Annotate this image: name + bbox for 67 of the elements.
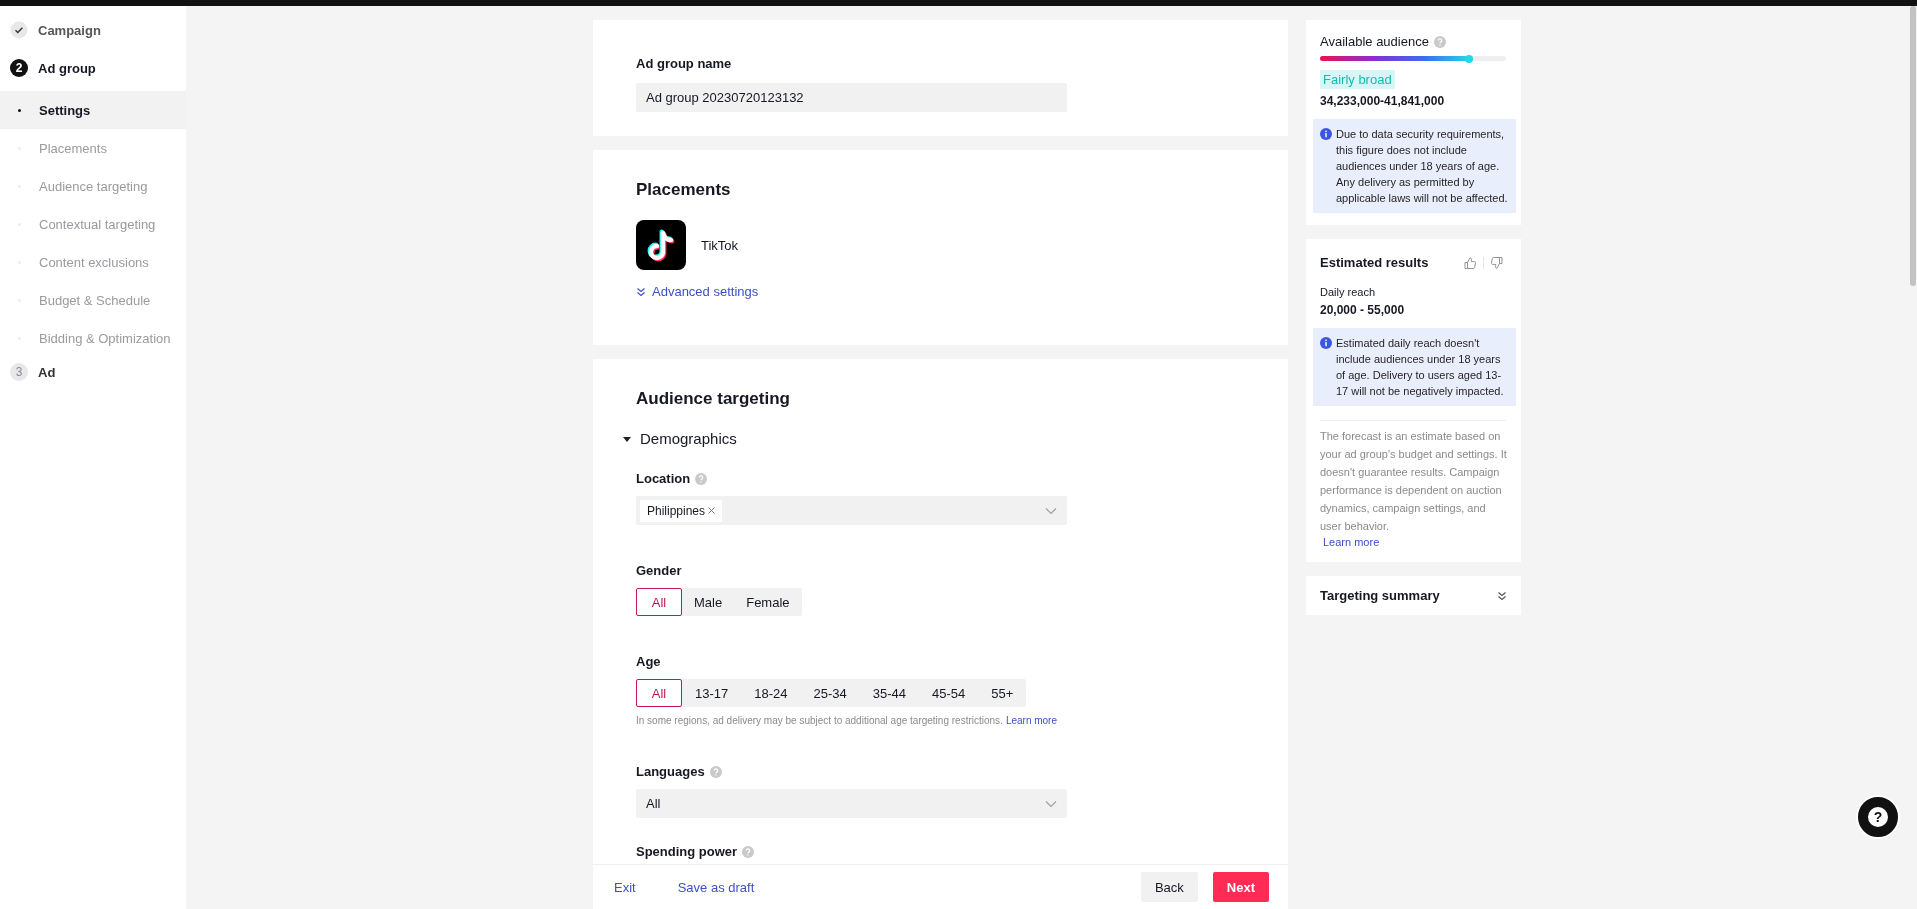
info-text: Due to data security requirements, this figure does not include audiences under 18 years of age. Any delivery as permitted by applicable laws will not be affected. (1336, 127, 1509, 206)
audience-range: 34,233,000-41,841,000 (1320, 94, 1445, 108)
info-text: Estimated daily reach doesn't include audiences under 18 years of age. Delivery to users aged 13-17 will not be negatively impacted. (1336, 336, 1505, 399)
tag-label: Philippines (647, 503, 706, 518)
back-button[interactable]: Back (1140, 872, 1198, 902)
double-chevron-down-icon (1497, 590, 1507, 601)
thumbs-up-icon (1464, 256, 1476, 269)
help-icon (709, 765, 722, 778)
thumbs-down-icon (1491, 256, 1503, 269)
panel-title: Estimated results (1320, 255, 1429, 270)
targeting-summary-toggle[interactable]: Targeting summary (1306, 576, 1521, 615)
step-label[interactable]: Ad group (38, 60, 96, 76)
section-title: Audience targeting (636, 389, 791, 409)
disclaimer-text: The forecast is an estimate based on your ad group's budget and settings. It doesn't guarantee results. Campaign performance is dependent on auction dynamics, campaign settings, and user behavior. (1320, 429, 1507, 534)
exit-link[interactable]: Exit (614, 879, 636, 895)
languages-select[interactable]: All (636, 789, 1067, 818)
step-label[interactable]: Ad (38, 364, 56, 380)
chevron-down-icon (1045, 799, 1057, 808)
learn-more-link[interactable]: Learn more (1323, 536, 1380, 548)
double-chevron-down-icon (636, 286, 646, 297)
help-icon (1433, 35, 1446, 48)
field-label: Languages (636, 764, 705, 779)
field-label: Gender (636, 563, 683, 578)
info-icon (1320, 128, 1332, 140)
section-title: Placements (636, 180, 732, 200)
next-button[interactable]: Next (1212, 872, 1269, 902)
location-select[interactable]: Philippines (636, 496, 1067, 525)
placement-name: TikTok (701, 237, 739, 253)
field-label: Ad group name (636, 56, 733, 71)
panel-title: Targeting summary (1320, 588, 1440, 603)
step-label[interactable]: Campaign (38, 22, 101, 38)
select-value: All (646, 796, 661, 811)
info-icon (1320, 337, 1332, 349)
audience-rating-badge: Fairly broad (1320, 70, 1395, 89)
option-button[interactable]: 45-54 (919, 679, 979, 707)
option-button[interactable]: 35-44 (859, 679, 919, 707)
save-draft-link[interactable]: Save as draft (677, 879, 755, 895)
option-button[interactable]: Male (682, 588, 735, 616)
caret-down-icon (623, 434, 631, 443)
close-icon (708, 507, 716, 514)
advanced-settings-link[interactable]: Advanced settings (636, 284, 759, 299)
help-icon (695, 472, 708, 485)
help-icon (742, 845, 755, 858)
field-label: Age (636, 654, 662, 669)
option-button[interactable]: 25-34 (800, 679, 860, 707)
demographics-toggle[interactable]: Demographics (623, 430, 737, 447)
option-button[interactable]: All (636, 588, 682, 616)
sidebar-item[interactable]: Settings (0, 91, 186, 129)
daily-reach-label: Daily reach (1320, 286, 1376, 298)
chevron-down-icon (1045, 506, 1057, 515)
step-number: 2 (10, 59, 28, 77)
option-button[interactable]: 55+ (978, 679, 1027, 707)
age-note-text: In some regions, ad delivery may be subject to additional age targeting restrictions. (636, 715, 1003, 726)
step-number: 3 (10, 363, 28, 381)
field-label: Location (636, 471, 691, 486)
field-label: Spending power (636, 844, 738, 859)
option-button[interactable]: 18-24 (741, 679, 801, 707)
app-logo-icon (636, 220, 686, 270)
option-button[interactable]: Female (734, 588, 802, 616)
help-button[interactable]: ? (1858, 797, 1898, 837)
input-field[interactable]: Ad group 20230720123132 (636, 83, 1067, 112)
scrollbar-thumb[interactable] (1910, 6, 1916, 286)
learn-more-link[interactable]: Learn more (1005, 715, 1057, 726)
panel-title: Available audience (1320, 34, 1429, 49)
daily-reach-value: 20,000 - 55,000 (1320, 303, 1405, 317)
option-button[interactable]: All (636, 679, 682, 707)
option-button[interactable]: 13-17 (682, 679, 742, 707)
